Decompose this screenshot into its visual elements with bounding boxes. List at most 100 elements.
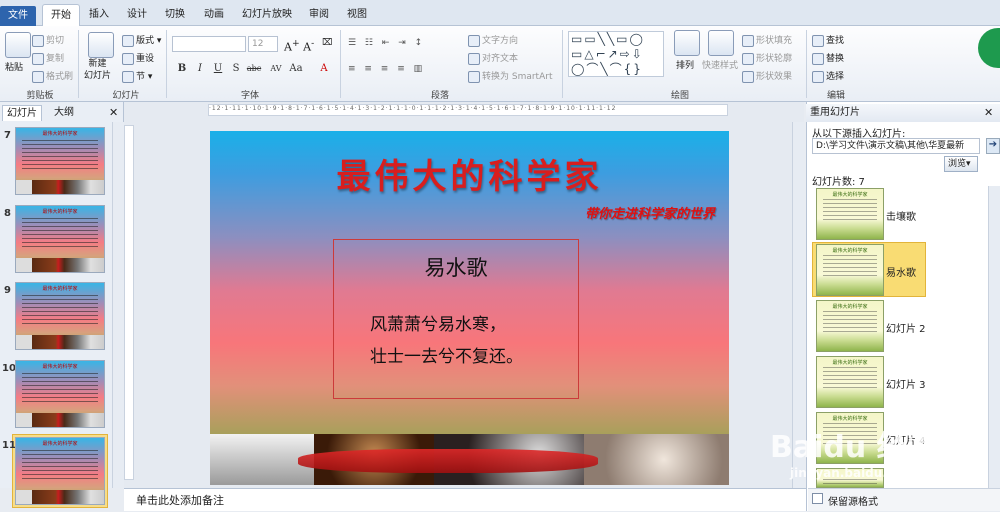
slide-thumbnail[interactable]: 最伟大的科学家 bbox=[15, 205, 105, 273]
align-text-button[interactable]: 对齐文本 bbox=[468, 51, 518, 65]
reuse-slide-label[interactable]: 击壤歌 bbox=[886, 208, 916, 223]
tab-view[interactable]: 视图 bbox=[340, 4, 374, 26]
slide-number: 7 bbox=[4, 130, 11, 141]
font-group-label: 字体 bbox=[240, 91, 259, 101]
copy-icon bbox=[32, 52, 44, 65]
list-buttons[interactable]: ☰ ☷ ⇤ ⇥ ↕ bbox=[348, 38, 425, 48]
drawing-group-label: 绘图 bbox=[670, 91, 689, 101]
effects-icon bbox=[742, 70, 754, 83]
arrange-icon[interactable] bbox=[674, 30, 700, 56]
reuse-slide-label[interactable]: 幻灯片 2 bbox=[886, 320, 926, 335]
reuse-slide-label[interactable]: 幻灯片 3 bbox=[886, 376, 926, 391]
smartart-button[interactable]: 转换为 SmartArt bbox=[468, 69, 552, 83]
layout-button[interactable]: 版式 ▾ bbox=[122, 33, 161, 47]
reset-button[interactable]: 重设 bbox=[122, 51, 154, 65]
slide-thumbnail[interactable]: 最伟大的科学家 bbox=[15, 360, 105, 428]
section-button[interactable]: 节 ▾ bbox=[122, 69, 152, 83]
clear-format-icon[interactable]: ⌧ bbox=[322, 38, 332, 48]
new-slide-icon[interactable] bbox=[88, 32, 114, 58]
slide-number: 8 bbox=[4, 208, 11, 219]
tab-slideshow[interactable]: 幻灯片放映 bbox=[236, 4, 298, 26]
reuse-slide-thumbnail[interactable]: 最伟大的科学家 bbox=[816, 300, 884, 352]
italic-button[interactable]: I bbox=[192, 62, 208, 76]
poem-textbox[interactable]: 易水歌 风萧萧兮易水寒， 壮士一去兮不复还。 bbox=[333, 239, 579, 399]
section-icon bbox=[122, 70, 134, 83]
slides-scrollbar[interactable] bbox=[112, 122, 124, 488]
source-path-input[interactable]: D:\学习文件\演示文稿\其他\华夏最新 bbox=[812, 138, 980, 154]
bold-button[interactable]: B bbox=[174, 62, 190, 76]
shadow-button[interactable]: S bbox=[228, 62, 244, 76]
go-arrow-icon[interactable]: ➔ bbox=[986, 138, 1000, 154]
slide-thumbnail[interactable]: 最伟大的科学家 bbox=[15, 127, 105, 195]
tab-file[interactable]: 文件 bbox=[0, 6, 36, 26]
tab-review[interactable]: 审阅 bbox=[302, 4, 336, 26]
slide[interactable]: 最伟大的科学家 带你走进科学家的世界 易水歌 风萧萧兮易水寒， 壮士一去兮不复还… bbox=[210, 131, 729, 485]
tab-slides[interactable]: 幻灯片 bbox=[2, 105, 42, 121]
slide-number: 9 bbox=[4, 285, 11, 296]
font-color-button[interactable]: A bbox=[316, 62, 332, 76]
outline-icon bbox=[742, 52, 754, 65]
close-icon[interactable]: ✕ bbox=[984, 106, 993, 119]
slide-thumbnail-selected[interactable]: 最伟大的科学家 bbox=[15, 437, 105, 505]
reuse-scrollbar[interactable] bbox=[988, 186, 1000, 488]
replace-icon bbox=[812, 52, 824, 65]
cut-button[interactable]: 剪切 bbox=[32, 33, 64, 47]
slide-count-label: 幻灯片数: 7 bbox=[812, 177, 865, 188]
font-name-combo[interactable] bbox=[172, 36, 246, 52]
slide-thumbnail[interactable]: 最伟大的科学家 bbox=[15, 282, 105, 350]
watermark-brand: Baidu 经验 bbox=[770, 430, 937, 465]
slide-subtitle[interactable]: 带你走进科学家的世界 bbox=[585, 203, 715, 222]
paragraph-group-label: 段落 bbox=[430, 91, 449, 101]
ribbon-tabs: 文件 开始 插入 设计 切换 动画 幻灯片放映 审阅 视图 bbox=[0, 0, 1000, 26]
reuse-slide-thumbnail[interactable]: 最伟大的科学家 bbox=[816, 356, 884, 408]
poem-line: 壮士一去兮不复还。 bbox=[370, 347, 523, 367]
editing-group-label: 编辑 bbox=[826, 91, 845, 101]
shape-fill-button[interactable]: 形状填充 bbox=[742, 33, 792, 47]
slides-group-label: 幻灯片 bbox=[112, 91, 140, 101]
binoculars-icon bbox=[812, 34, 824, 47]
slide-title[interactable]: 最伟大的科学家 bbox=[210, 149, 729, 198]
strikethrough-button[interactable]: abc bbox=[244, 62, 264, 76]
shape-outline-button[interactable]: 形状轮廓 bbox=[742, 51, 792, 65]
shape-effects-button[interactable]: 形状效果 bbox=[742, 69, 792, 83]
poem-line: 风萧萧兮易水寒， bbox=[370, 315, 506, 335]
format-painter-button[interactable]: 格式刷 bbox=[32, 69, 73, 83]
grow-font-button[interactable]: A+ A- bbox=[284, 38, 314, 54]
reuse-slide-thumbnail[interactable]: 最伟大的科学家 bbox=[816, 244, 884, 296]
notes-pane[interactable]: 单击此处添加备注 bbox=[124, 488, 806, 511]
replace-button[interactable]: 替换 bbox=[812, 51, 844, 65]
underline-button[interactable]: U bbox=[210, 62, 226, 76]
find-button[interactable]: 查找 bbox=[812, 33, 844, 47]
clipboard-group-label: 剪贴板 bbox=[26, 91, 54, 101]
change-case-button[interactable]: Aa bbox=[286, 62, 306, 76]
arrange-button[interactable]: 排列 bbox=[676, 58, 694, 71]
tab-animations[interactable]: 动画 bbox=[196, 4, 232, 26]
tab-transitions[interactable]: 切换 bbox=[158, 4, 192, 26]
paste-icon[interactable] bbox=[5, 32, 31, 58]
reuse-pane-title: 重用幻灯片 bbox=[806, 104, 1000, 122]
scissors-icon bbox=[32, 34, 44, 47]
quick-styles-button[interactable]: 快速样式 bbox=[702, 58, 738, 71]
select-button[interactable]: 选择 bbox=[812, 69, 844, 83]
reuse-slide-label[interactable]: 易水歌 bbox=[886, 264, 916, 279]
text-direction-button[interactable]: 文字方向 bbox=[468, 33, 518, 47]
quick-styles-icon[interactable] bbox=[708, 30, 734, 56]
font-size-combo[interactable]: 12 bbox=[248, 36, 278, 52]
close-icon[interactable]: ✕ bbox=[109, 106, 118, 119]
keep-format-checkbox[interactable] bbox=[812, 493, 823, 504]
paste-button[interactable]: 粘贴 bbox=[5, 60, 23, 73]
tab-home[interactable]: 开始 bbox=[42, 4, 80, 26]
tab-insert[interactable]: 插入 bbox=[82, 4, 116, 26]
brush-icon bbox=[32, 70, 44, 83]
char-spacing-button[interactable]: AV bbox=[266, 62, 286, 76]
tab-design[interactable]: 设计 bbox=[120, 4, 154, 26]
copy-button[interactable]: 复制 bbox=[32, 51, 64, 65]
poem-title: 易水歌 bbox=[424, 256, 488, 280]
divider bbox=[78, 30, 79, 98]
tab-outline[interactable]: 大纲 bbox=[50, 105, 78, 121]
browse-button[interactable]: 浏览▾ bbox=[944, 156, 978, 172]
shapes-gallery[interactable]: ▭▭╲╲▭◯ ▭△⌐↗⇨⇩ ◯⌒╲⌒{} bbox=[568, 31, 664, 77]
reuse-slide-thumbnail[interactable]: 最伟大的科学家 bbox=[816, 188, 884, 240]
new-slide-button[interactable]: 新建 幻灯片 bbox=[84, 58, 111, 82]
align-buttons[interactable]: ≡ ≡ ≡ ≡ ▥ bbox=[348, 64, 425, 74]
